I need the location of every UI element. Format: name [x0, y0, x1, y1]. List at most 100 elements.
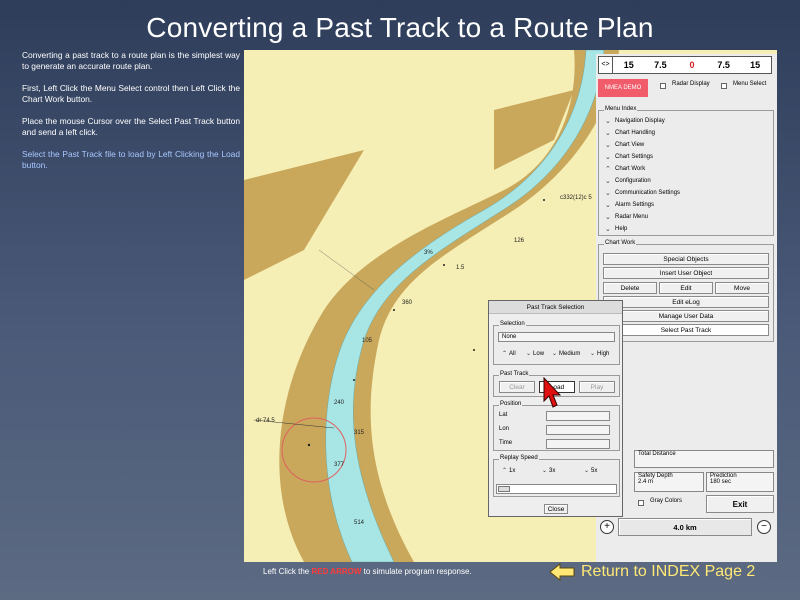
speed-5x-radio[interactable]: ⌄ 5x [584, 467, 598, 475]
filter-low-radio[interactable]: ⌄ Low [526, 350, 545, 358]
past-track-group-title: Past Track [499, 371, 530, 377]
checkbox-box[interactable] [721, 83, 727, 89]
menu-item-chart-view[interactable]: ⌄ Chart View [605, 141, 644, 149]
chevron-down-icon: ⌄ [605, 214, 611, 221]
menu-index-group: Menu Index ⌄ Navigation Display ⌄ Chart Ha… [598, 106, 774, 236]
speed-label: 1x [509, 467, 516, 474]
chart-work-group: Chart Work Special Objects Insert User O… [598, 240, 774, 342]
radar-display-label: Radar Display [672, 81, 710, 87]
footer-prefix: Left Click the [263, 567, 312, 576]
left-arrow-icon[interactable] [549, 563, 575, 581]
menu-item-help[interactable]: ⌄ Help [605, 225, 627, 233]
prediction-field[interactable]: Prediction 180 sec [706, 472, 774, 492]
red-arrow-cursor-icon[interactable] [543, 377, 561, 411]
filter-medium-radio[interactable]: ⌄ Medium [552, 350, 580, 358]
depth-label: 126 [514, 238, 525, 244]
speed-label: 5x [591, 467, 598, 474]
chevron-down-icon: ⌄ [605, 130, 611, 137]
radar-display-checkbox[interactable]: Radar Display [660, 81, 710, 89]
chevron-down-icon: ⌄ [605, 202, 611, 209]
menu-item-chart-settings[interactable]: ⌄ Chart Settings [605, 153, 653, 161]
zoom-in-icon[interactable]: + [600, 520, 614, 534]
slide-title: Converting a Past Track to a Route Plan [146, 12, 654, 43]
edit-elog-button[interactable]: Edit eLog [603, 296, 769, 308]
menu-item-label: Radar Menu [615, 214, 649, 220]
menu-item-label: Configuration [615, 178, 651, 184]
menu-item-label: Chart Work [615, 166, 646, 172]
safety-depth-value: 2.4 m [638, 479, 654, 485]
safety-depth-field[interactable]: Safety Depth 2.4 m [634, 472, 704, 492]
chevron-down-icon: ⌄ [605, 142, 611, 149]
checkbox-box[interactable] [660, 83, 666, 89]
menu-select-checkbox[interactable]: Menu Select [721, 81, 771, 89]
chevron-down-icon: ⌄ [605, 154, 611, 161]
edit-button[interactable]: Edit [659, 282, 713, 294]
chevron-up-icon: ⌃ [605, 166, 611, 173]
selection-dropdown[interactable]: None [498, 332, 615, 342]
delete-button[interactable]: Delete [603, 282, 657, 294]
filter-all-radio[interactable]: ⌃ All [502, 350, 516, 358]
select-past-track-button[interactable]: Select Past Track [603, 324, 769, 336]
instruction-paragraph-2: First, Left Click the Menu Select contro… [22, 83, 240, 104]
scale-tick-zero: 0 [689, 60, 695, 70]
manage-user-data-button[interactable]: Manage User Data [603, 310, 769, 322]
depth-label: 514 [354, 520, 365, 526]
speed-1x-radio[interactable]: ⌃ 1x [502, 467, 516, 475]
chevron-down-icon: ⌄ [605, 118, 611, 125]
nmea-demo-button[interactable]: NMEA DEMO [598, 79, 648, 97]
selection-group-title: Selection [499, 321, 526, 327]
menu-item-communication-settings[interactable]: ⌄ Communication Settings [605, 189, 680, 197]
gray-colors-checkbox[interactable]: Gray Colors [638, 498, 698, 506]
menu-item-radar-menu[interactable]: ⌄ Radar Menu [605, 213, 648, 221]
lat-field [546, 411, 610, 421]
menu-item-label: Chart Settings [615, 154, 654, 160]
depth-label: 1.5 [456, 265, 465, 271]
menu-item-chart-work[interactable]: ⌃ Chart Work [605, 165, 645, 173]
menu-item-alarm-settings[interactable]: ⌄ Alarm Settings [605, 201, 654, 209]
total-distance-field: Total Distance [634, 450, 774, 468]
instruction-paragraph-1: Converting a past track to a route plan … [22, 50, 240, 71]
move-button[interactable]: Move [715, 282, 769, 294]
slider-thumb[interactable] [498, 486, 510, 492]
scale-tick: 7.5 [717, 60, 730, 70]
zoom-range-select[interactable]: 4.0 km [618, 518, 752, 536]
play-button[interactable]: Play [579, 381, 615, 393]
close-button[interactable]: Close [544, 504, 568, 514]
scale-tick: 15 [750, 60, 761, 70]
footer-instruction: Left Click the RED ARROW to simulate pro… [263, 567, 472, 576]
selection-value: None [502, 334, 517, 340]
insert-user-object-button[interactable]: Insert User Object [603, 267, 769, 279]
gray-colors-label: Gray Colors [650, 498, 683, 504]
depth-label: dr 74.5 [256, 418, 275, 424]
position-group-title: Position [499, 401, 523, 407]
speed-3x-radio[interactable]: ⌄ 3x [542, 467, 556, 475]
exit-button[interactable]: Exit [706, 495, 774, 513]
cross-track-scale[interactable]: <> 15 7.5 0 7.5 15 [598, 56, 772, 74]
selection-group: Selection None ⌃ All ⌄ Low ⌄ Medium ⌄ High [493, 321, 620, 365]
speed-label: 3x [549, 467, 556, 474]
clear-button[interactable]: Clear [499, 381, 535, 393]
scale-toggle-icon[interactable]: <> [599, 57, 613, 73]
menu-item-navigation-display[interactable]: ⌄ Navigation Display [605, 117, 665, 125]
instruction-paragraph-3: Place the mouse Cursor over the Select P… [22, 116, 240, 137]
return-to-index-link[interactable]: Return to INDEX Page 2 [549, 563, 755, 581]
lon-field [546, 425, 610, 435]
zoom-out-icon[interactable]: − [757, 520, 771, 534]
menu-item-label: Help [615, 226, 628, 232]
return-link-label[interactable]: Return to INDEX Page 2 [581, 563, 755, 581]
menu-item-chart-handling[interactable]: ⌄ Chart Handling [605, 129, 655, 137]
radio-icon: ⌄ [552, 351, 558, 357]
checkbox-box[interactable] [638, 500, 644, 506]
replay-speed-slider[interactable] [496, 484, 617, 494]
zoom-range-value: 4.0 km [673, 523, 697, 532]
menu-item-label: Navigation Display [615, 118, 665, 124]
filter-high-radio[interactable]: ⌄ High [590, 350, 609, 358]
radio-icon: ⌄ [584, 468, 590, 474]
special-objects-button[interactable]: Special Objects [603, 253, 769, 265]
menu-item-label: Chart Handling [615, 130, 656, 136]
depth-label: 240 [334, 400, 345, 406]
filter-label: Low [533, 350, 545, 357]
menu-item-configuration[interactable]: ⌄ Configuration [605, 177, 651, 185]
chevron-down-icon: ⌄ [605, 226, 611, 233]
ecdis-panel: <> 15 7.5 0 7.5 15 NMEA DEMO Radar Displ… [596, 54, 777, 562]
